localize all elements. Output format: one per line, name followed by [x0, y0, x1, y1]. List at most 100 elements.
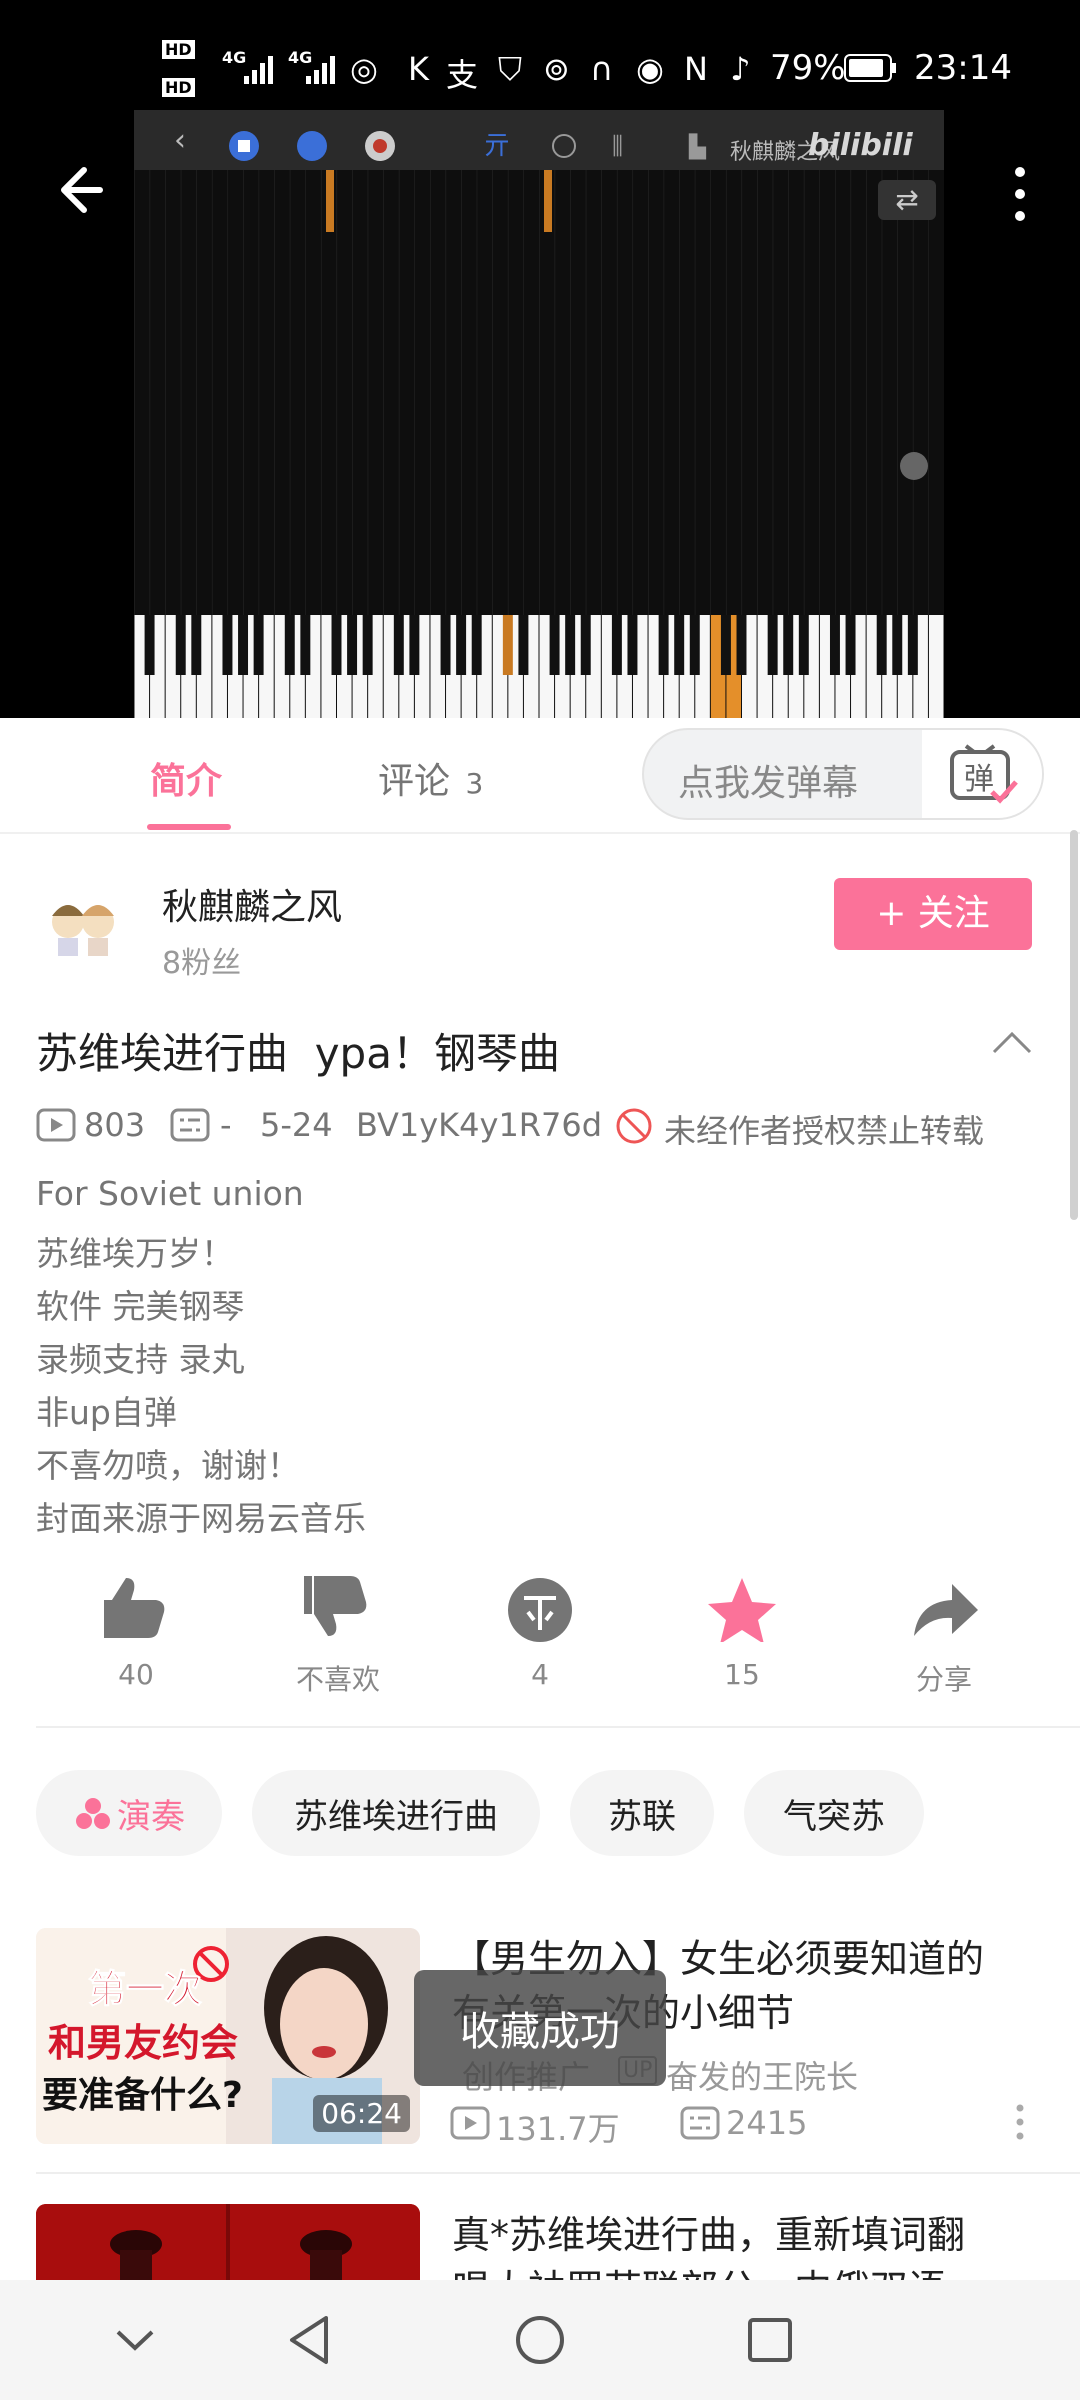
- tab-comments[interactable]: 评论 3: [378, 752, 483, 804]
- video-title: 苏维埃进行曲 ура！钢琴曲: [36, 1029, 560, 1078]
- piano-visualizer: [134, 110, 944, 718]
- tag-music-icon: [76, 1798, 110, 1829]
- toast-message: 收藏成功: [414, 1970, 666, 2086]
- view-count: 803: [84, 1106, 146, 1144]
- svg-text:亓: 亓: [484, 131, 510, 161]
- favorite-count: 15: [724, 1658, 760, 1691]
- scrollbar[interactable]: [1070, 830, 1078, 1220]
- k-app-icon: K: [408, 50, 429, 88]
- tag-performance[interactable]: 演奏: [36, 1770, 222, 1856]
- desc-line: 苏维埃万岁！: [36, 1234, 234, 1273]
- nfc-icon: N: [684, 50, 708, 88]
- mute-icon: ♪: [730, 50, 751, 88]
- system-navigation-bar: [0, 2280, 1080, 2400]
- copyright-notice: 未经作者授权禁止转载: [664, 1112, 985, 1150]
- section-divider: [36, 2172, 1080, 2174]
- tag-item[interactable]: 苏维埃进行曲: [252, 1770, 540, 1856]
- like-button[interactable]: 40: [66, 1572, 206, 1702]
- star-icon: [708, 1578, 776, 1644]
- tab-comments-count: 3: [465, 767, 484, 800]
- play-count-icon: [450, 2106, 490, 2140]
- nav-collapse-icon[interactable]: [110, 2320, 160, 2360]
- nav-home-icon[interactable]: [512, 2312, 568, 2368]
- tag-item[interactable]: 气突苏: [744, 1770, 924, 1856]
- tab-intro[interactable]: 简介: [150, 752, 222, 804]
- coin-button[interactable]: 4: [470, 1572, 610, 1702]
- tag-label: 苏联: [608, 1796, 676, 1837]
- dislike-label: 不喜欢: [295, 1663, 380, 1696]
- tab-comments-label: 评论: [378, 761, 451, 802]
- coin-icon: [508, 1578, 572, 1642]
- like-count: 40: [118, 1658, 154, 1691]
- tag-label: 气突苏: [783, 1796, 885, 1837]
- recommend-danmaku: 2415: [726, 2104, 808, 2142]
- tab-intro-indicator: [147, 824, 231, 830]
- recommend-author: 奋发的王院长: [666, 2058, 859, 2096]
- publish-date: 5-24: [260, 1106, 333, 1144]
- like-icon: [104, 1578, 165, 1638]
- thumb-line3: 要准备什么?: [42, 2075, 243, 2116]
- battery-percent: 79%: [770, 48, 846, 88]
- danmaku-count: -: [220, 1106, 232, 1144]
- back-arrow-icon[interactable]: [52, 160, 112, 220]
- eye-icon: ◉: [636, 50, 664, 88]
- dislike-button[interactable]: 不喜欢: [268, 1572, 408, 1702]
- signal1-icon: [244, 56, 273, 84]
- svg-text:⫼: ⫼: [612, 132, 623, 160]
- danmaku-count-icon: [680, 2106, 720, 2140]
- tag-item[interactable]: 苏联: [570, 1770, 714, 1856]
- alipay-icon: 支: [446, 56, 479, 94]
- danmaku-placeholder: 点我发弹幕: [678, 763, 859, 804]
- favorite-button[interactable]: 15: [672, 1572, 812, 1702]
- play-count-icon: [36, 1108, 76, 1142]
- forbid-icon: [616, 1108, 652, 1144]
- avatar[interactable]: [38, 880, 128, 970]
- hd2-label: HD: [162, 78, 195, 97]
- nav-back-icon[interactable]: [282, 2312, 338, 2368]
- shield-icon: ⛉: [498, 50, 523, 88]
- uploader-fans: 8粉丝: [162, 946, 242, 981]
- danmaku-count-icon: [170, 1108, 210, 1142]
- video-duration: 06:24: [313, 2095, 410, 2132]
- section-divider: [36, 1726, 1080, 1728]
- loop-icon[interactable]: ⇄: [878, 180, 936, 220]
- thumb-line2: 和男友约会: [48, 2021, 239, 2065]
- more-icon[interactable]: [1010, 164, 1030, 224]
- bvid: BV1yK4y1R76d: [356, 1106, 603, 1144]
- desc-line: 封面来源于网易云音乐: [36, 1499, 366, 1538]
- desc-line: 软件 完美钢琴: [36, 1287, 245, 1326]
- signal2-icon: [306, 56, 335, 84]
- location-icon: ⊚: [543, 50, 570, 88]
- danmaku-button-label: 弹: [964, 762, 994, 797]
- share-icon: [914, 1584, 978, 1636]
- status-bar: HD HD 4G 4G ◎ K 支 ⛉ ⊚ ∩ ◉ N ♪ 79% 23:14: [0, 0, 1080, 135]
- desc-line: 录频支持 录丸: [36, 1340, 245, 1379]
- desc-line: 非up自弹: [36, 1393, 177, 1432]
- uploader-name[interactable]: 秋麒麟之风: [162, 878, 342, 930]
- player-dot-indicator: [900, 452, 928, 480]
- collapse-icon[interactable]: [990, 1028, 1034, 1058]
- desc-line: 不喜勿喷，谢谢！: [36, 1446, 300, 1485]
- recommend-title-line1: 真*苏维埃进行曲，重新填词翻: [452, 2213, 966, 2257]
- battery-icon: [844, 54, 896, 82]
- headset-icon: ∩: [590, 50, 614, 88]
- follow-button[interactable]: + 关注: [834, 878, 1032, 950]
- thumb-line1: 第一次: [87, 1967, 203, 2012]
- dislike-icon: [304, 1576, 367, 1636]
- coin-count: 4: [531, 1658, 549, 1691]
- tag-label: 演奏: [117, 1796, 185, 1837]
- clock: 23:14: [914, 48, 1012, 88]
- share-label: 分享: [915, 1663, 972, 1696]
- hotspot-icon: ◎: [350, 50, 378, 88]
- desc-line: For Soviet union: [36, 1174, 304, 1213]
- recommend-views: 131.7万: [496, 2110, 620, 2148]
- tag-label: 苏维埃进行曲: [294, 1796, 498, 1837]
- nav-recent-icon[interactable]: [742, 2312, 798, 2368]
- danmaku-toggle-button[interactable]: 弹: [922, 730, 1042, 818]
- svg-text:▙: ▙: [688, 133, 707, 160]
- section-divider: [0, 832, 1080, 834]
- share-button[interactable]: 分享: [874, 1572, 1014, 1702]
- recommend-thumbnail[interactable]: 第一次 和男友约会 要准备什么? 06:24: [36, 1928, 420, 2144]
- recommend-more-icon[interactable]: [1012, 2102, 1028, 2142]
- hd1-label: HD: [162, 40, 195, 59]
